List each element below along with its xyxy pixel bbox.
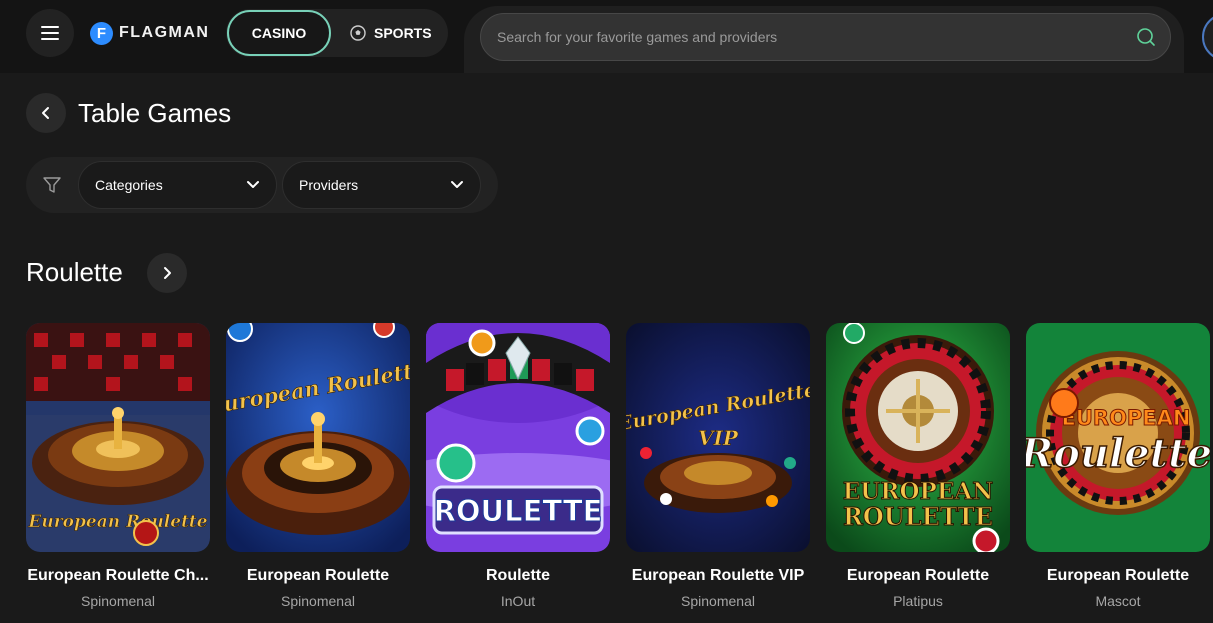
search-bar[interactable]: [480, 13, 1171, 61]
brand-logo[interactable]: F FLAGMAN: [90, 21, 209, 45]
search-input[interactable]: [497, 29, 1136, 45]
thumb-subtitle-text: ROULETTE: [843, 502, 993, 531]
game-provider: InOut: [500, 593, 536, 609]
chevron-left-icon: [42, 107, 49, 119]
game-card[interactable]: European Roulette European Roulette Ch..…: [26, 323, 210, 609]
game-thumbnail[interactable]: ROULETTE: [426, 323, 610, 552]
menu-button[interactable]: [26, 9, 74, 57]
game-card[interactable]: ROULETTE Roulette InOut: [426, 323, 610, 609]
game-thumbnail[interactable]: EUROPEAN Roulette: [1026, 323, 1210, 552]
section-view-all-button[interactable]: [147, 253, 187, 293]
game-thumbnail[interactable]: EUROPEAN ROULETTE: [826, 323, 1010, 552]
chevron-down-icon: [451, 181, 463, 188]
search-icon[interactable]: [1136, 27, 1156, 47]
categories-label: Categories: [95, 177, 163, 193]
thumb-title-text: ROULETTE: [434, 494, 603, 528]
chevron-right-icon: [164, 267, 171, 279]
game-card[interactable]: European Roulette VIP European Roulette …: [626, 323, 810, 609]
hamburger-icon: [41, 26, 59, 40]
back-button[interactable]: [26, 93, 66, 133]
game-card[interactable]: EUROPEAN ROULETTE European Roulette Plat…: [826, 323, 1010, 609]
game-title[interactable]: European Roulette Ch...: [26, 567, 210, 585]
game-provider: Spinomenal: [81, 593, 155, 609]
filter-icon[interactable]: [42, 175, 62, 195]
providers-dropdown[interactable]: Providers: [282, 161, 481, 209]
logo-mark: F: [90, 21, 113, 45]
tab-sports-label: SPORTS: [374, 25, 432, 41]
game-title[interactable]: European Roulette: [226, 567, 410, 585]
mode-switch: CASINO SPORTS: [226, 9, 448, 57]
soccer-ball-icon: [350, 25, 366, 41]
game-title[interactable]: European Roulette: [826, 567, 1010, 585]
game-thumbnail[interactable]: European Roulette: [26, 323, 210, 552]
chevron-down-icon: [247, 181, 259, 188]
thumb-title-text: European Roulette: [27, 512, 207, 532]
game-provider: Platipus: [893, 593, 943, 609]
logo-text: FLAGMAN: [119, 24, 210, 41]
game-card[interactable]: EUROPEAN Roulette European Roulette Masc…: [1026, 323, 1210, 609]
game-title[interactable]: Roulette: [426, 567, 610, 585]
section-title: Roulette: [26, 257, 123, 287]
game-card[interactable]: European Roulette European Roulette Spin…: [226, 323, 410, 609]
game-provider: Mascot: [1095, 593, 1141, 609]
game-thumbnail[interactable]: European Roulette: [226, 323, 410, 552]
game-title[interactable]: European Roulette VIP: [626, 567, 810, 585]
game-provider: Spinomenal: [681, 593, 755, 609]
game-title[interactable]: European Roulette: [1026, 567, 1210, 585]
tab-casino[interactable]: CASINO: [227, 10, 331, 56]
categories-dropdown[interactable]: Categories: [78, 161, 277, 209]
filter-bar: Categories Providers: [26, 157, 498, 213]
thumb-subtitle-text: Roulette: [1026, 430, 1210, 477]
tab-sports[interactable]: SPORTS: [344, 10, 444, 56]
game-provider: Spinomenal: [281, 593, 355, 609]
page-title: Table Games: [78, 98, 232, 128]
game-thumbnail[interactable]: European Roulette VIP: [626, 323, 810, 552]
tab-casino-label: CASINO: [251, 25, 307, 41]
thumb-title-text: EUROPEAN: [843, 478, 993, 505]
thumb-subtitle-text: VIP: [698, 426, 739, 450]
providers-label: Providers: [299, 177, 359, 193]
thumb-title-text: EUROPEAN: [1062, 406, 1191, 430]
